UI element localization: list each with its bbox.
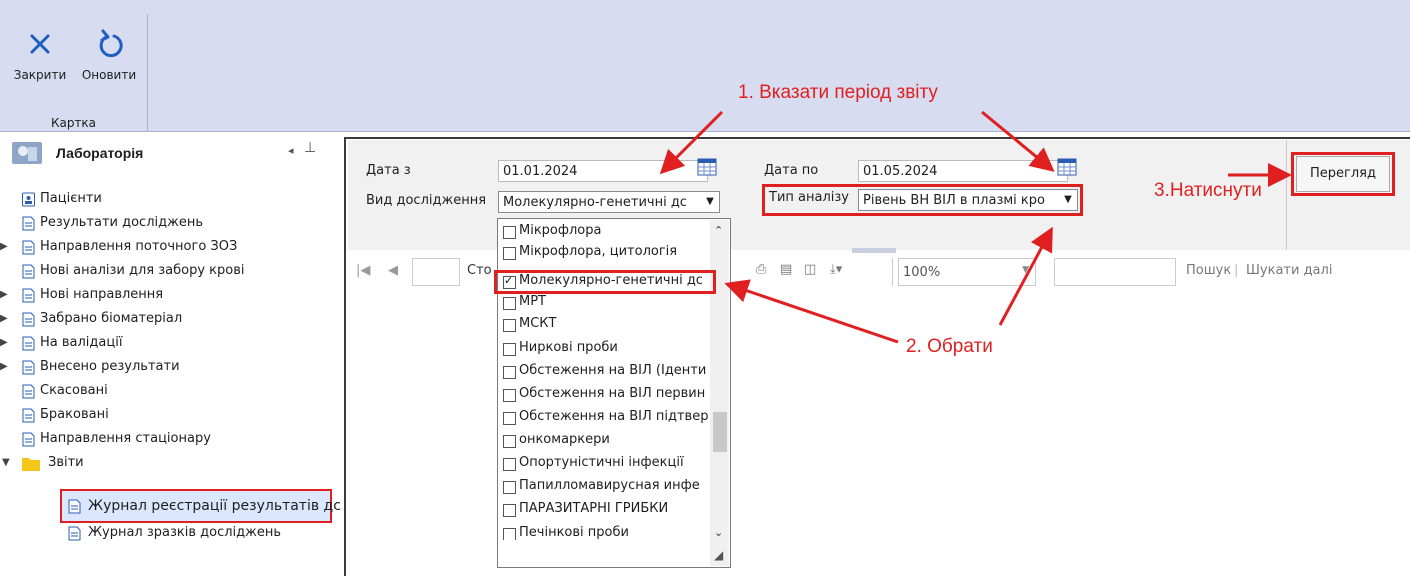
arrow-to-analysis-type — [998, 226, 1053, 326]
arrow-to-selected-item — [724, 279, 899, 344]
arrow-to-date-to — [981, 110, 1055, 172]
annotation-arrows — [659, 110, 1292, 344]
arrow-to-date-from — [659, 110, 724, 175]
